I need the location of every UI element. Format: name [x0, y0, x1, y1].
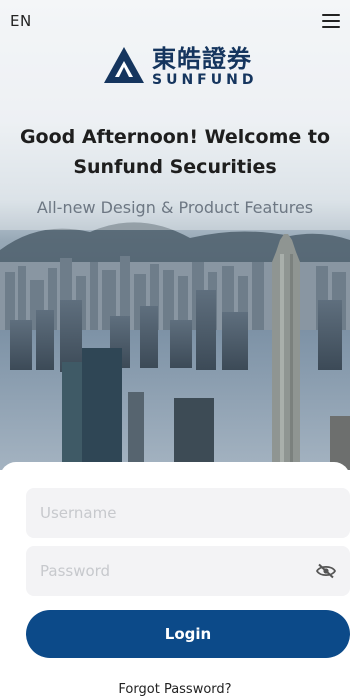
- brand-name-chinese: 東皓證券: [152, 44, 252, 73]
- brand-name-english: SUNFUND: [152, 72, 258, 88]
- greeting-line-1: Good Afternoon! Welcome to: [19, 126, 331, 148]
- brand-logo: 東皓證券 SUNFUND: [100, 42, 280, 92]
- forgot-password-link[interactable]: Forgot Password?: [0, 682, 350, 697]
- tagline: All-new Design & Product Features: [36, 198, 314, 217]
- language-toggle[interactable]: EN: [10, 12, 32, 30]
- username-field[interactable]: [26, 488, 350, 538]
- password-field[interactable]: [26, 546, 350, 596]
- welcome-greeting: Good Afternoon! Welcome to Sunfund Secur…: [10, 122, 340, 182]
- login-button[interactable]: Login: [26, 610, 350, 658]
- login-card: Login Forgot Password?: [0, 462, 350, 700]
- hamburger-menu-icon[interactable]: [322, 14, 340, 28]
- eye-off-icon[interactable]: [316, 563, 336, 579]
- greeting-line-2: Sunfund Securities: [73, 156, 277, 178]
- sunfund-logo-icon: [104, 47, 144, 83]
